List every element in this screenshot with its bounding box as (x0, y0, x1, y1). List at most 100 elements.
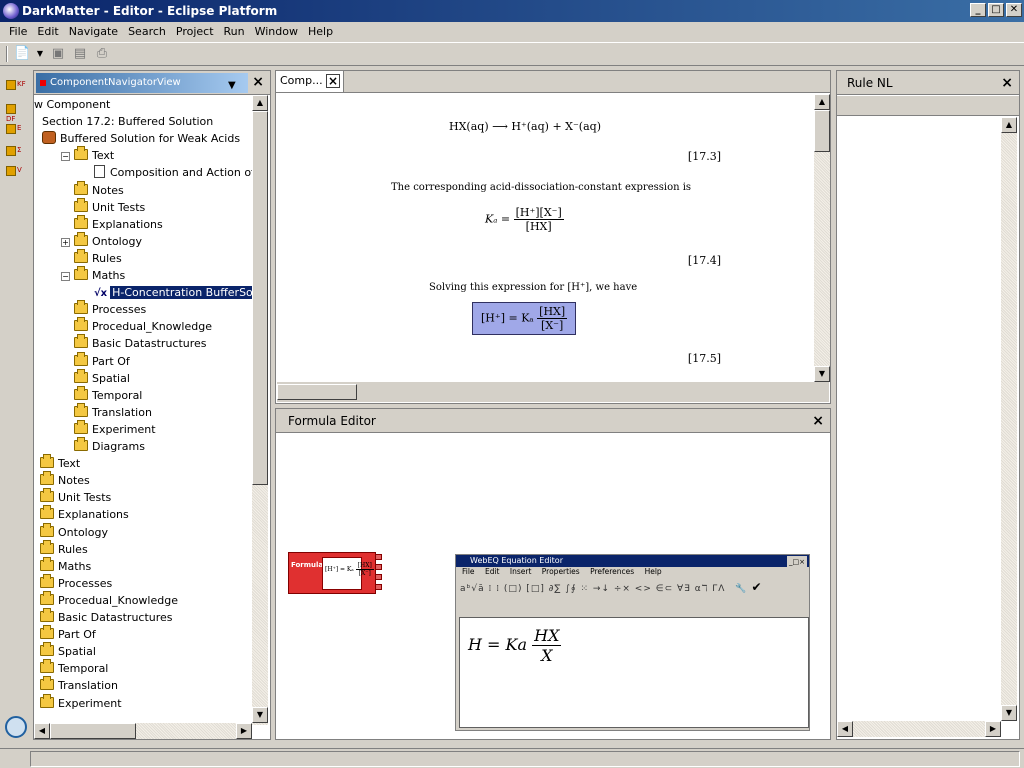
tree-item[interactable]: Temporal (61, 385, 142, 404)
formula-port-2[interactable] (375, 564, 382, 570)
tree-item[interactable]: Procedual_Knowledge (61, 317, 212, 335)
collapse-icon[interactable]: − (61, 272, 70, 281)
navigator-title-tab[interactable]: ComponentNavigatorView (36, 73, 248, 93)
tree-item[interactable]: Unit Tests (40, 488, 111, 506)
menu-search[interactable]: Search (123, 25, 171, 38)
tree-item[interactable]: Notes (40, 471, 90, 489)
scroll-left-button[interactable]: ◀ (34, 723, 50, 739)
formula-node[interactable]: Formula: [H⁺] = Kₐ [HX] [X⁻] (288, 552, 382, 594)
scroll-up-button[interactable]: ▲ (252, 95, 268, 111)
tree-item[interactable]: Explanations (61, 214, 163, 233)
tree-item[interactable]: Procedual_Knowledge (40, 590, 178, 609)
hscroll-thumb[interactable] (50, 723, 136, 739)
close-rule-nl-icon[interactable]: × (1001, 71, 1013, 95)
new-wizard-icon[interactable]: 📄 (14, 47, 30, 61)
help-agent-icon[interactable] (5, 716, 27, 738)
tree-item[interactable]: Translation (61, 402, 152, 421)
formula-port-4[interactable] (375, 584, 382, 590)
editor-vertical-scrollbar[interactable]: ▲ ▼ (814, 94, 830, 382)
tree-item[interactable]: w Component (34, 96, 110, 113)
scroll-right-button[interactable]: ▶ (236, 723, 252, 739)
close-navigator-icon[interactable]: × (252, 71, 264, 93)
menu-help[interactable]: Help (303, 25, 338, 38)
tree-item[interactable]: Text (40, 454, 80, 472)
webeq-menu-edit[interactable]: Edit (485, 567, 500, 576)
tree-item[interactable]: Processes (61, 300, 146, 318)
rule-nl-vertical-scrollbar[interactable]: ▲ ▼ (1001, 117, 1017, 721)
tree-item[interactable]: − Maths (61, 266, 125, 284)
tree-item[interactable]: − Text (61, 146, 114, 164)
editor-scroll-thumb[interactable] (814, 110, 830, 152)
expand-icon[interactable]: + (61, 237, 70, 247)
rule-scroll-up-button[interactable]: ▲ (1001, 117, 1017, 133)
webeq-menu-insert[interactable]: Insert (510, 567, 532, 576)
perspective-kf-icon[interactable]: KF (6, 80, 26, 94)
minimize-button[interactable]: _ (970, 3, 986, 17)
equation-h-selected[interactable]: [H⁺] = Kₐ [HX] [X⁻] (472, 302, 577, 335)
menu-navigate[interactable]: Navigate (64, 25, 123, 38)
webeq-menu-file[interactable]: File (462, 567, 475, 576)
tree-item[interactable]: Buffered Solution for Weak Acids (42, 130, 240, 147)
editor-horizontal-scrollbar[interactable] (277, 382, 829, 402)
rule-scroll-down-button[interactable]: ▼ (1001, 705, 1017, 721)
tree-item[interactable]: Processes (40, 573, 112, 592)
save-icon[interactable]: ▣ (50, 47, 66, 61)
menu-project[interactable]: Project (171, 25, 219, 38)
webeq-menu-help[interactable]: Help (645, 567, 662, 576)
tree-item[interactable]: Unit Tests (61, 197, 145, 216)
tree-item[interactable]: Spatial (61, 368, 130, 387)
editor-hscroll-thumb[interactable] (277, 384, 357, 400)
tree-item[interactable]: Maths (40, 556, 91, 575)
formula-port-1[interactable] (375, 554, 382, 560)
tree-item[interactable]: Translation (40, 676, 118, 694)
perspective-v-icon[interactable]: V (6, 166, 26, 180)
tree-item[interactable]: Basic Datastructures (61, 334, 207, 352)
webeq-edit-area[interactable]: H = Ka HX X (459, 617, 809, 728)
tree-item[interactable]: Explanations (40, 505, 129, 523)
formula-port-3[interactable] (375, 574, 382, 580)
scroll-down-button[interactable]: ▼ (252, 707, 268, 723)
webeq-menu-preferences[interactable]: Preferences (590, 567, 634, 576)
perspective-sigma-icon[interactable]: Σ (6, 146, 26, 160)
rule-scroll-left-button[interactable]: ◀ (837, 721, 853, 737)
checkmark-icon[interactable]: ✔ (751, 580, 762, 594)
tree-item[interactable]: Basic Datastructures (40, 608, 173, 626)
tree-item[interactable]: Part Of (61, 351, 130, 370)
tree-item[interactable]: Experiment (61, 419, 156, 438)
close-formula-editor-icon[interactable]: × (812, 409, 824, 433)
dropdown-arrow-icon[interactable]: ▼ (36, 47, 44, 61)
view-menu-icon[interactable]: ▼ (228, 75, 236, 97)
print-icon[interactable]: ⎙ (94, 47, 110, 61)
webeq-menu-properties[interactable]: Properties (542, 567, 580, 576)
tree-item[interactable]: Notes (61, 180, 124, 199)
webeq-window-controls[interactable]: _□× (787, 556, 807, 568)
tree-item[interactable]: Composition and Action of B (84, 164, 252, 181)
navigator-vertical-scrollbar[interactable]: ▲ ▼ (252, 95, 268, 725)
tree-item[interactable]: Section 17.2: Buffered Solution (42, 113, 213, 130)
perspective-df-icon[interactable]: DF (6, 104, 26, 123)
navigator-horizontal-scrollbar[interactable]: ◀ ▶ (34, 723, 252, 739)
tree-item[interactable]: + Ontology (61, 231, 142, 250)
rule-nl-horizontal-scrollbar[interactable]: ◀ ▶ (837, 721, 1001, 737)
maximize-button[interactable]: □ (988, 3, 1004, 17)
close-window-button[interactable]: ✕ (1006, 3, 1022, 17)
tree-item[interactable]: Spatial (40, 642, 96, 660)
menu-edit[interactable]: Edit (32, 25, 63, 38)
tree-item[interactable]: Temporal (40, 659, 108, 677)
webeq-toolbar-symbols[interactable]: aᵇ√ā ⁞ ⁞ (□) [□] ∂∑ ∫∮ ⁙ →↓ ÷× <> ∈⊂ ∀∃ … (460, 584, 725, 594)
tree-item[interactable]: Part Of (40, 625, 96, 643)
tree-item[interactable]: Rules (40, 539, 88, 558)
tree-item[interactable]: Experiment (40, 693, 122, 709)
collapse-icon[interactable]: − (61, 152, 70, 162)
close-editor-icon[interactable]: × (326, 74, 340, 88)
tree-item[interactable]: Diagrams (61, 437, 145, 455)
tree-item[interactable]: Ontology (40, 522, 108, 541)
save-all-icon[interactable]: ▤ (72, 47, 88, 61)
tree-item[interactable]: Rules (61, 248, 122, 267)
webeq-toolbar[interactable]: aᵇ√ā ⁞ ⁞ (□) [□] ∂∑ ∫∮ ⁙ →↓ ÷× <> ∈⊂ ∀∃ … (456, 577, 809, 599)
scroll-thumb[interactable] (252, 111, 268, 485)
wrench-icon[interactable]: 🔧 (735, 584, 747, 594)
menu-file[interactable]: File (4, 25, 32, 38)
menu-window[interactable]: Window (250, 25, 303, 38)
editor-tab[interactable]: Comp... × (276, 71, 344, 92)
